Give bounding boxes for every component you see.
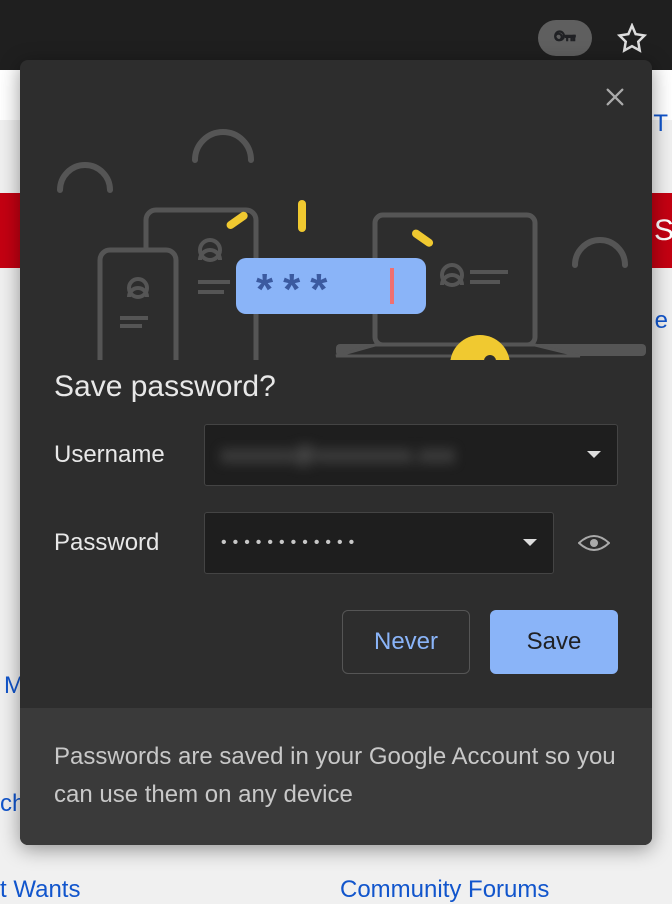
username-row: Username xxxxxx@xxxxxxxx.xxx [54,424,618,486]
never-button[interactable]: Never [342,610,470,674]
bookmark-star[interactable] [612,18,652,58]
password-value: •••••••••••• [221,534,360,552]
password-input[interactable]: •••••••••••• [204,512,554,574]
username-input[interactable]: xxxxxx@xxxxxxxx.xxx [204,424,618,486]
username-label: Username [54,441,204,469]
star-icon [617,23,647,53]
bg-link: e [655,307,668,335]
chevron-down-icon[interactable] [522,538,538,548]
chevron-down-icon[interactable] [586,450,602,460]
save-button[interactable]: Save [490,610,618,674]
password-row: Password •••••••••••• [54,512,618,574]
dialog-actions: Never Save [20,600,652,708]
bg-link: Community Forums [340,876,549,904]
illustration: *** [20,60,652,360]
page-red-bar-left [0,193,20,268]
toggle-password-visibility[interactable] [574,533,614,553]
bg-link: t Wants [0,876,80,904]
dialog-footer-text: Passwords are saved in your Google Accou… [20,708,652,845]
key-icon [552,25,578,51]
password-label: Password [54,529,204,557]
svg-text:***: *** [256,265,337,314]
page-red-bar-right: S [652,193,672,268]
dialog-heading: Save password? [20,360,652,424]
eye-icon [578,533,610,553]
save-password-dialog: *** Save password? Username xxxxxx@xxxxx… [20,60,652,845]
password-key-indicator[interactable] [538,20,592,56]
bg-link: T [653,110,668,138]
username-value: xxxxxx@xxxxxxxx.xxx [221,442,455,468]
